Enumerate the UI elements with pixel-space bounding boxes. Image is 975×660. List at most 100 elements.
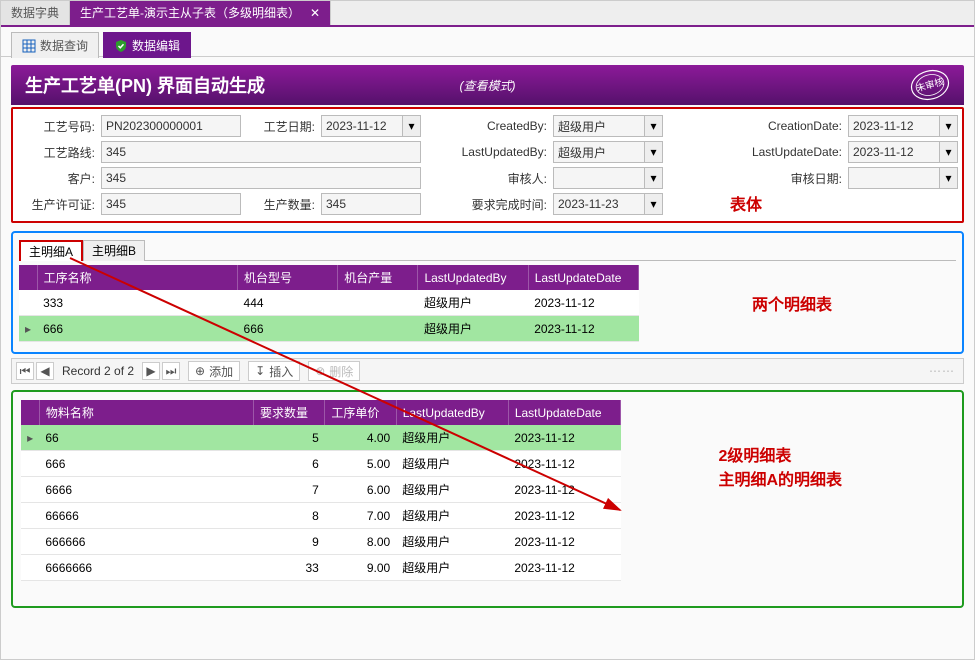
th-name[interactable]: 物料名称 [39,400,253,425]
th-date[interactable]: LastUpdateDate [508,400,620,425]
cell: 7 [253,477,324,503]
input-finish[interactable] [553,193,645,215]
input-qty[interactable] [321,193,421,215]
table-row[interactable]: 6666 7 6.00 超级用户 2023-11-12 [21,477,621,503]
input-last-date[interactable] [848,141,940,163]
cell: 2023-11-12 [528,290,638,316]
tab-edit-label: 数据编辑 [132,33,180,59]
cell: 7.00 [325,503,396,529]
nav-prev-icon[interactable]: ◀ [36,362,54,380]
sub-tabbar: 数据查询 数据编辑 [1,27,974,57]
detail-tabs: 主明细A 主明细B [19,239,956,261]
cell: 超级用户 [418,290,528,316]
th-output[interactable]: 机台产量 [338,265,418,290]
annotation-sub-detail: 2级明细表 主明细A的明细表 [718,442,842,490]
input-customer[interactable] [101,167,421,189]
input-last-by[interactable] [553,141,645,163]
nav-first-icon[interactable]: ⏮ [16,362,34,380]
th-price[interactable]: 工序单价 [325,400,396,425]
chevron-down-icon[interactable]: ▾ [645,193,663,215]
detail-tab-b[interactable]: 主明细B [83,240,145,261]
th-proc[interactable]: 工序名称 [37,265,237,290]
row-marker: ▸ [19,316,37,342]
insert-button[interactable]: ↧插入 [248,361,300,381]
root-panel: 数据字典 生产工艺单-演示主从子表（多级明细表） ✕ 数据查询 数据编辑 生产工艺… [0,0,975,660]
th-qty[interactable]: 要求数量 [253,400,324,425]
nav-last-icon[interactable]: ⏭ [162,362,180,380]
th-marker [21,400,39,425]
input-proc-date[interactable] [321,115,403,137]
tab-data-dict[interactable]: 数据字典 [1,1,70,25]
add-button[interactable]: ⊕添加 [188,361,240,381]
cell: 8 [253,503,324,529]
close-icon[interactable]: ✕ [310,6,320,20]
chevron-down-icon[interactable]: ▾ [645,115,663,137]
delete-button[interactable]: ⊗删除 [308,361,360,381]
chevron-down-icon[interactable]: ▾ [940,167,958,189]
tab-query-label: 数据查询 [40,33,88,59]
label-last-date: LastUpdateDate: [669,145,842,159]
detail-tab-a-label: 主明细A [29,245,73,259]
table-row[interactable]: ▸ 666 666 超级用户 2023-11-12 [19,316,639,342]
sub-detail-table[interactable]: 物料名称 要求数量 工序单价 LastUpdatedBy LastUpdateD… [21,400,621,581]
label-last-by: LastUpdatedBy: [427,145,547,159]
cell: 333 [37,290,237,316]
row-marker [21,451,39,477]
th-date[interactable]: LastUpdateDate [528,265,638,290]
top-tabbar: 数据字典 生产工艺单-演示主从子表（多级明细表） ✕ [1,1,974,27]
input-created-by[interactable] [553,115,645,137]
tab-query[interactable]: 数据查询 [11,32,99,58]
record-navigator: ⏮ ◀ Record 2 of 2 ▶ ⏭ ⊕添加 ↧插入 ⊗删除 ⋯⋯ [11,358,964,384]
detail-a-table[interactable]: 工序名称 机台型号 机台产量 LastUpdatedBy LastUpdateD… [19,265,639,342]
th-by[interactable]: LastUpdatedBy [418,265,528,290]
cell: 666 [39,451,253,477]
table-row[interactable]: ▸ 66 5 4.00 超级用户 2023-11-12 [21,425,621,451]
table-row[interactable]: 333 444 超级用户 2023-11-12 [19,290,639,316]
label-proc-no: 工艺号码: [17,118,95,135]
cell: 超级用户 [396,529,508,555]
stamp-unapproved: 未审核 [906,67,954,103]
chevron-down-icon[interactable]: ▾ [403,115,421,137]
cell: 444 [238,290,338,316]
tab-edit[interactable]: 数据编辑 [103,32,191,58]
cell: 66 [39,425,253,451]
cell: 超级用户 [418,316,528,342]
row-marker: ▸ [21,425,39,451]
delete-icon: ⊗ [315,364,325,378]
sub-detail-box: 物料名称 要求数量 工序单价 LastUpdatedBy LastUpdateD… [11,390,964,608]
chevron-down-icon[interactable]: ▾ [645,167,663,189]
chevron-down-icon[interactable]: ▾ [940,141,958,163]
label-qty: 生产数量: [247,196,315,213]
detail-tab-a[interactable]: 主明细A [19,240,83,261]
input-auditor[interactable] [553,167,645,189]
input-proc-no[interactable] [101,115,241,137]
input-audit-date[interactable] [848,167,940,189]
tab-process-sheet[interactable]: 生产工艺单-演示主从子表（多级明细表） ✕ [70,1,331,25]
cell: 6.00 [325,477,396,503]
th-model[interactable]: 机台型号 [238,265,338,290]
cell: 2023-11-12 [508,451,620,477]
cell: 66666 [39,503,253,529]
table-row[interactable]: 666 6 5.00 超级用户 2023-11-12 [21,451,621,477]
cell: 4.00 [325,425,396,451]
tab-process-sheet-label: 生产工艺单-演示主从子表（多级明细表） [80,6,300,20]
input-route[interactable] [101,141,421,163]
input-license[interactable] [101,193,241,215]
input-creation-date[interactable] [848,115,940,137]
chevron-down-icon[interactable]: ▾ [940,115,958,137]
content: 生产工艺单(PN) 界面自动生成 (查看模式) 未审核 工艺号码: 工艺日期: … [1,57,974,616]
nav-next-icon[interactable]: ▶ [142,362,160,380]
cell: 9.00 [325,555,396,581]
cell: 8.00 [325,529,396,555]
chevron-down-icon[interactable]: ▾ [645,141,663,163]
cell: 2023-11-12 [508,555,620,581]
cell: 超级用户 [396,425,508,451]
label-audit-date: 审核日期: [669,170,842,187]
cell: 超级用户 [396,555,508,581]
table-row[interactable]: 666666 9 8.00 超级用户 2023-11-12 [21,529,621,555]
table-row[interactable]: 6666666 33 9.00 超级用户 2023-11-12 [21,555,621,581]
panel-header: 生产工艺单(PN) 界面自动生成 (查看模式) 未审核 [11,65,964,105]
table-row[interactable]: 66666 8 7.00 超级用户 2023-11-12 [21,503,621,529]
cell: 2023-11-12 [508,503,620,529]
th-by[interactable]: LastUpdatedBy [396,400,508,425]
